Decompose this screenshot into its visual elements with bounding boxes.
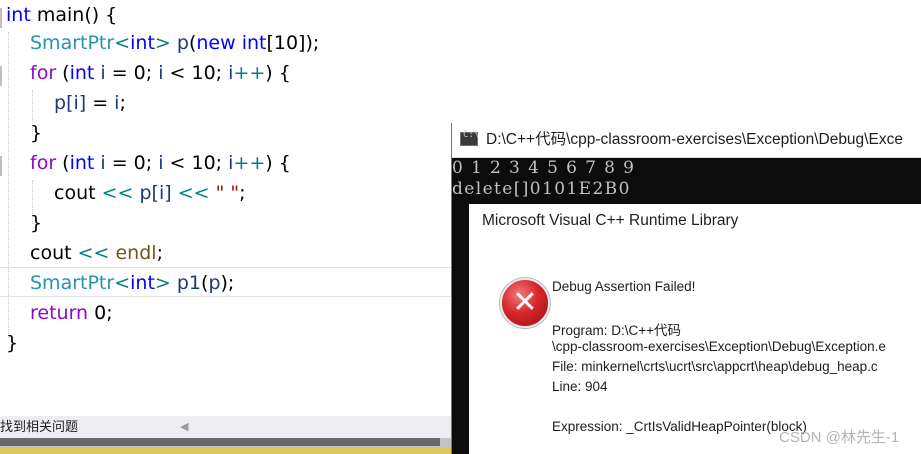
literal: < 10;	[163, 62, 229, 84]
operator: <	[114, 272, 131, 294]
assertion-dialog[interactable]: Microsoft Visual C++ Runtime Library ✕ D…	[469, 204, 921, 454]
line-number-line: Line: 904	[552, 379, 608, 394]
punctuation: ;	[156, 242, 163, 264]
operator: <<	[95, 182, 140, 204]
punctuation: );	[220, 272, 235, 294]
issues-label[interactable]: 找到相关问题	[0, 416, 78, 438]
punctuation: ;	[119, 92, 126, 114]
program-path-line-1: Program: D:\C++代码	[552, 323, 682, 338]
punctuation: ;	[239, 182, 246, 204]
code-line-3[interactable]: for (int i = 0; i < 10; i++) {	[30, 58, 291, 88]
scrollbar-thumb[interactable]	[0, 438, 440, 446]
operator: ++	[233, 152, 266, 174]
watermark: CSDN @林先生-1	[779, 429, 900, 446]
variable: p	[176, 32, 189, 54]
punctuation: [10]);	[266, 32, 320, 54]
punctuation: ) {	[265, 152, 291, 174]
operator: >	[154, 32, 171, 54]
keyword: int	[6, 4, 31, 26]
status-bar: 找到相关问题 ◀	[0, 416, 455, 438]
fold-marker	[0, 66, 2, 86]
console-titlebar[interactable]: C:\ D:\C++代码\cpp-classroom-exercises\Exc…	[452, 123, 921, 158]
operator: <<	[171, 182, 216, 204]
fold-marker	[0, 8, 2, 28]
console-output-line: 0 1 2 3 4 5 6 7 8 9	[452, 158, 636, 178]
punctuation: }	[30, 122, 43, 144]
index-expression: [i]	[151, 182, 172, 204]
literal: < 10;	[163, 152, 229, 174]
variable: p	[139, 182, 152, 204]
identifier: cout	[54, 182, 96, 204]
type-name: SmartPtr	[30, 32, 115, 54]
variable: p	[208, 272, 221, 294]
operator: >	[154, 272, 171, 294]
punctuation: (	[56, 62, 70, 84]
type-name: SmartPtr	[30, 272, 115, 294]
code-line-12[interactable]: }	[6, 328, 18, 358]
keyword: int	[130, 32, 155, 54]
operator: <<	[71, 242, 116, 264]
literal: = 0;	[105, 62, 159, 84]
scroll-left-arrow-icon[interactable]: ◀	[180, 416, 188, 438]
identifier: main	[36, 4, 85, 26]
file-path-line: File: minkernel\crts\ucrt\src\appcrt\hea…	[552, 359, 878, 374]
code-line-4[interactable]: p[i] = i;	[54, 88, 126, 118]
keyword: for	[30, 62, 57, 84]
console-title: D:\C++代码\cpp-classroom-exercises\Excepti…	[486, 131, 903, 148]
variable: p1	[176, 272, 202, 294]
status-strip	[0, 448, 455, 454]
console-app-icon: C:\	[460, 130, 479, 146]
code-line-1[interactable]: int main() {	[6, 0, 117, 30]
index-expression: [i]	[66, 92, 87, 114]
string-literal: " "	[215, 182, 240, 204]
punctuation: () {	[84, 4, 118, 26]
dialog-title: Microsoft Visual C++ Runtime Library	[482, 212, 739, 229]
literal: 0;	[88, 302, 113, 324]
code-line-5[interactable]: }	[30, 118, 42, 148]
error-icon: ✕	[500, 278, 550, 328]
code-line-8[interactable]: }	[30, 208, 42, 238]
keyword: return	[30, 302, 89, 324]
punctuation: ) {	[265, 62, 291, 84]
indent-guide	[8, 32, 9, 338]
operator: <	[114, 32, 131, 54]
code-line-7[interactable]: cout << p[i] << " ";	[54, 178, 246, 208]
code-line-10[interactable]: SmartPtr<int> p1(p);	[30, 268, 234, 298]
punctuation: }	[30, 212, 43, 234]
literal: = 0;	[105, 152, 159, 174]
code-line-9[interactable]: cout << endl;	[30, 238, 163, 268]
punctuation: (	[56, 152, 70, 174]
expression-line: Expression: _CrtIsValidHeapPointer(block…	[552, 419, 807, 434]
code-line-11[interactable]: return 0;	[30, 298, 113, 328]
punctuation: }	[6, 332, 19, 354]
keyword: int	[69, 62, 95, 84]
identifier: cout	[30, 242, 72, 264]
program-path-line-2: \cpp-classroom-exercises\Exception\Debug…	[552, 339, 886, 354]
keyword: int	[241, 32, 267, 54]
keyword: int	[69, 152, 95, 174]
operator: ++	[233, 62, 266, 84]
dialog-heading: Debug Assertion Failed!	[552, 279, 696, 294]
code-line-2[interactable]: SmartPtr<int> p(new int[10]);	[30, 28, 319, 58]
operator: =	[86, 92, 115, 114]
keyword: new	[196, 32, 236, 54]
keyword: int	[130, 272, 155, 294]
identifier: endl	[115, 242, 157, 264]
code-line-6[interactable]: for (int i = 0; i < 10; i++) {	[30, 148, 291, 178]
keyword: for	[30, 152, 57, 174]
console-output-line: delete[]0101E2B0	[452, 179, 631, 199]
variable: p	[54, 92, 67, 114]
fold-marker	[0, 156, 2, 176]
